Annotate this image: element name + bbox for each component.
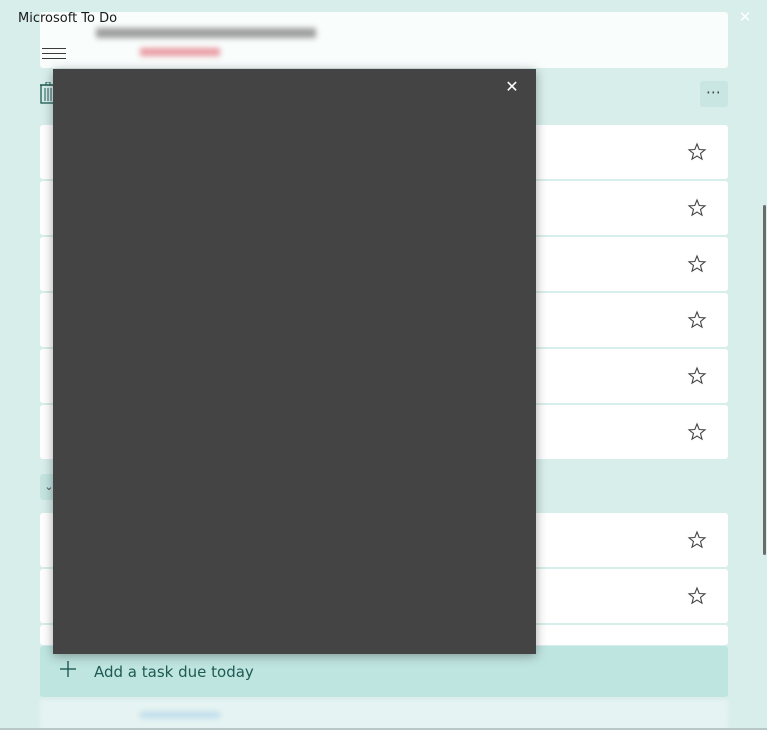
title-bar: Microsoft To Do ✕ — [0, 0, 767, 34]
close-window-button[interactable]: ✕ — [734, 6, 756, 28]
plus-icon — [60, 661, 76, 677]
more-options-button[interactable]: ⋯ — [700, 81, 728, 107]
blurred-task-tag — [140, 48, 220, 56]
hamburger-icon[interactable] — [42, 48, 66, 62]
dark-overlay-panel: ✕ — [53, 69, 536, 654]
star-outline-icon[interactable] — [686, 197, 708, 219]
app-title: Microsoft To Do — [18, 11, 118, 26]
star-outline-icon[interactable] — [686, 365, 708, 387]
star-outline-icon[interactable] — [686, 585, 708, 607]
add-task-label: Add a task due today — [94, 663, 254, 681]
star-outline-icon[interactable] — [686, 141, 708, 163]
star-outline-icon[interactable] — [686, 253, 708, 275]
star-outline-icon[interactable] — [686, 529, 708, 551]
blurred-chip — [140, 712, 220, 718]
blurred-task-below — [40, 700, 728, 730]
star-outline-icon[interactable] — [686, 421, 708, 443]
scrollbar[interactable] — [763, 205, 766, 555]
panel-close-button[interactable]: ✕ — [500, 75, 524, 99]
star-outline-icon[interactable] — [686, 309, 708, 331]
